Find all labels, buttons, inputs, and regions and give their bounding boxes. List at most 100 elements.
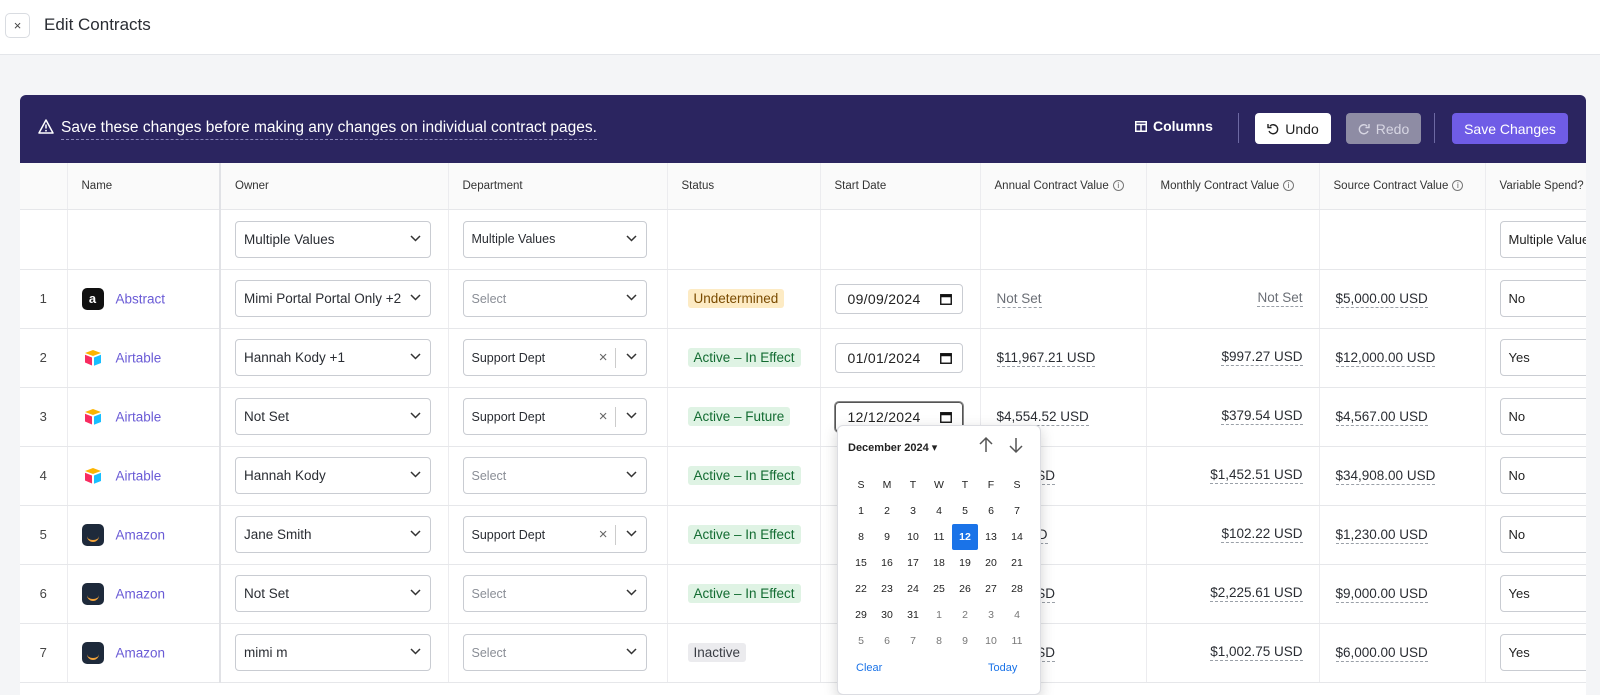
save-changes-button[interactable]: Save Changes xyxy=(1452,113,1568,144)
contract-name-link[interactable]: Airtable xyxy=(116,468,162,483)
calendar-day[interactable]: 26 xyxy=(952,576,978,602)
variable-spend-select[interactable]: No xyxy=(1499,280,1586,317)
calendar-day[interactable]: 2 xyxy=(874,498,900,524)
department-select[interactable]: Select xyxy=(462,457,647,494)
source-value[interactable]: $5,000.00 USD xyxy=(1335,291,1428,308)
department-select[interactable]: Select xyxy=(462,280,647,317)
calendar-day[interactable]: 7 xyxy=(1004,498,1030,524)
variable-spend-select[interactable]: Yes xyxy=(1499,634,1586,671)
variable-spend-select[interactable]: No xyxy=(1499,398,1586,435)
table-row[interactable]: 6AmazonNot SetSelectActive – In Effect7.… xyxy=(20,564,1586,624)
undo-button[interactable]: Undo xyxy=(1255,113,1331,144)
info-icon[interactable]: i xyxy=(1452,180,1464,192)
owner-select[interactable]: Jane Smith xyxy=(235,516,431,553)
owner-select[interactable]: Not Set xyxy=(235,398,431,435)
calendar-day[interactable]: 6 xyxy=(978,498,1004,524)
calendar-day[interactable]: 23 xyxy=(874,576,900,602)
contract-name-link[interactable]: Airtable xyxy=(116,409,162,424)
calendar-day[interactable]: 9 xyxy=(952,628,978,654)
arrow-up-icon[interactable] xyxy=(978,436,994,454)
annual-value-header[interactable]: Annual Contract Value i xyxy=(980,163,1147,210)
calendar-icon[interactable] xyxy=(939,352,952,364)
clear-icon[interactable]: × xyxy=(599,349,608,366)
department-select[interactable]: Select xyxy=(462,634,647,671)
calendar-day[interactable]: 15 xyxy=(848,550,874,576)
clear-icon[interactable]: × xyxy=(599,526,608,543)
department-select[interactable]: Support Dept × xyxy=(462,398,647,435)
monthly-value[interactable]: $102.22 USD xyxy=(1221,526,1303,543)
calendar-day[interactable]: 19 xyxy=(952,550,978,576)
department-select[interactable]: Support Dept × xyxy=(462,516,647,553)
contract-name-link[interactable]: Abstract xyxy=(116,291,166,306)
annual-value[interactable]: $11,967.21 USD xyxy=(996,350,1096,367)
source-value[interactable]: $1,230.00 USD xyxy=(1335,527,1428,544)
owner-select[interactable]: Mimi Portal Portal Only +2 xyxy=(235,280,431,317)
contract-name-link[interactable]: Airtable xyxy=(116,350,162,365)
variable-spend-select[interactable]: No xyxy=(1499,516,1586,553)
info-icon[interactable]: i xyxy=(1283,180,1295,192)
calendar-day[interactable]: 20 xyxy=(978,550,1004,576)
monthly-value[interactable]: $2,225.61 USD xyxy=(1210,585,1303,602)
calendar-day[interactable]: 27 xyxy=(978,576,1004,602)
calendar-day[interactable]: 17 xyxy=(900,550,926,576)
owner-select[interactable]: Not Set xyxy=(235,575,431,612)
calendar-day[interactable]: 31 xyxy=(900,602,926,628)
department-filter-select[interactable]: Multiple Values xyxy=(462,220,647,258)
annual-value[interactable]: $4,554.52 USD xyxy=(996,409,1089,426)
department-header[interactable]: Department xyxy=(448,163,668,210)
calendar-day[interactable]: 13 xyxy=(978,524,1004,550)
calendar-day[interactable]: 4 xyxy=(926,498,952,524)
start-date-input[interactable]: 09/09/2024 xyxy=(834,283,963,314)
variable-spend-select[interactable]: Yes xyxy=(1499,339,1586,376)
monthly-value-header[interactable]: Monthly Contract Value i xyxy=(1146,163,1320,210)
calendar-icon[interactable] xyxy=(939,293,952,305)
source-value[interactable]: $12,000.00 USD xyxy=(1335,350,1436,367)
owner-filter-select[interactable]: Multiple Values xyxy=(235,220,431,258)
status-header[interactable]: Status xyxy=(667,163,821,210)
owner-select[interactable]: Hannah Kody xyxy=(235,457,431,494)
calendar-day[interactable]: 8 xyxy=(848,524,874,550)
calendar-day[interactable]: 10 xyxy=(900,524,926,550)
department-select[interactable]: Select xyxy=(462,575,647,612)
calendar-day[interactable]: 5 xyxy=(848,628,874,654)
calendar-day[interactable]: 21 xyxy=(1004,550,1030,576)
calendar-today-button[interactable]: Today xyxy=(988,662,1017,674)
calendar-month-select[interactable]: December 2024 ▾ xyxy=(848,441,937,454)
calendar-day[interactable]: 30 xyxy=(874,602,900,628)
calendar-day[interactable]: 7 xyxy=(900,628,926,654)
arrow-down-icon[interactable] xyxy=(1008,436,1024,454)
variable-spend-filter[interactable]: Multiple Values xyxy=(1499,220,1586,258)
table-row[interactable]: 7Amazonmimi mSelectInactive2.97 USD$1,00… xyxy=(20,623,1586,683)
owner-select[interactable]: mimi m xyxy=(235,634,431,671)
calendar-day[interactable]: 5 xyxy=(952,498,978,524)
source-value[interactable]: $6,000.00 USD xyxy=(1335,645,1428,662)
source-value[interactable]: $9,000.00 USD xyxy=(1335,586,1428,603)
calendar-day[interactable]: 18 xyxy=(926,550,952,576)
calendar-day[interactable]: 4 xyxy=(1004,602,1030,628)
calendar-day[interactable]: 24 xyxy=(900,576,926,602)
start-date-header[interactable]: Start Date xyxy=(820,163,981,210)
info-icon[interactable]: i xyxy=(1112,180,1124,192)
calendar-day[interactable]: 3 xyxy=(900,498,926,524)
calendar-day[interactable]: 11 xyxy=(1004,628,1030,654)
monthly-value[interactable]: Not Set xyxy=(1257,290,1303,307)
calendar-day[interactable]: 9 xyxy=(874,524,900,550)
owner-header[interactable]: Owner xyxy=(220,163,449,210)
close-button[interactable]: × xyxy=(5,13,30,38)
monthly-value[interactable]: $379.54 USD xyxy=(1221,408,1303,425)
calendar-icon[interactable] xyxy=(939,411,952,423)
owner-select[interactable]: Hannah Kody +1 xyxy=(235,339,431,376)
contract-name-link[interactable]: Amazon xyxy=(116,527,166,542)
calendar-day[interactable]: 25 xyxy=(926,576,952,602)
calendar-day[interactable]: 22 xyxy=(848,576,874,602)
calendar-day[interactable]: 8 xyxy=(926,628,952,654)
table-row[interactable]: 3 Airtable Not Set Support Dept × Active – Fu… xyxy=(20,387,1586,447)
calendar-day-selected[interactable]: 12 xyxy=(952,524,978,550)
table-row[interactable]: 5 Amazon Jane Smith Support Dept × Active – I… xyxy=(20,505,1586,565)
source-value[interactable]: $4,567.00 USD xyxy=(1335,409,1428,426)
source-value[interactable]: $34,908.00 USD xyxy=(1335,468,1436,485)
department-select[interactable]: Support Dept × xyxy=(462,339,647,376)
contract-name-link[interactable]: Amazon xyxy=(116,645,166,660)
calendar-day[interactable]: 11 xyxy=(926,524,952,550)
variable-spend-select[interactable]: Yes xyxy=(1499,575,1586,612)
